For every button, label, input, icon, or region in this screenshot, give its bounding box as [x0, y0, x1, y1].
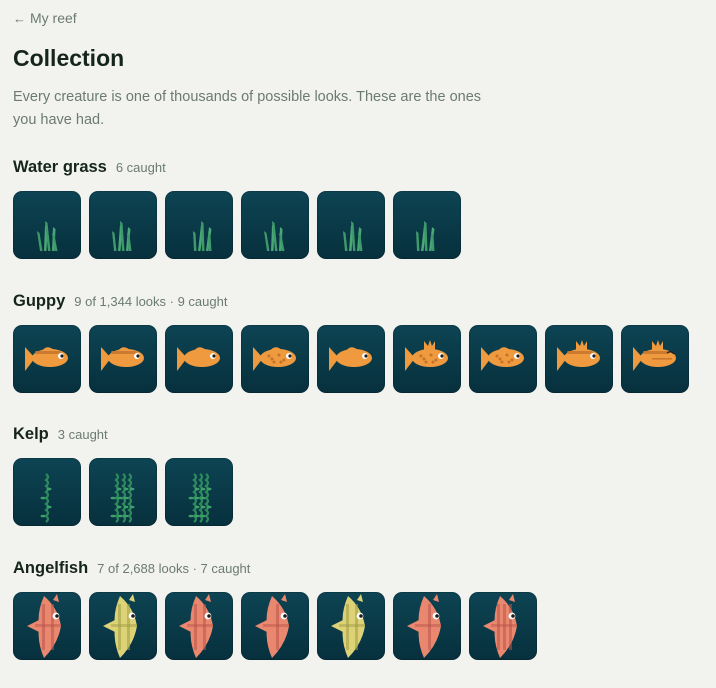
- guppy-look-tile[interactable]: [393, 325, 461, 393]
- kelp-look-tile[interactable]: [165, 458, 233, 526]
- grass-look-tile[interactable]: [89, 191, 157, 259]
- section-title: Water grass: [13, 158, 107, 176]
- grass-look-tile[interactable]: [241, 191, 309, 259]
- grass-look-tile[interactable]: [165, 191, 233, 259]
- guppy-icon: [633, 340, 676, 371]
- back-link-label: My reef: [30, 10, 77, 26]
- guppy-look-tile[interactable]: [545, 325, 613, 393]
- back-link[interactable]: ← My reef: [13, 10, 77, 26]
- creature-grid: [13, 325, 689, 393]
- section-count: 3 caught: [57, 427, 108, 442]
- guppy-look-tile[interactable]: [89, 325, 157, 393]
- angel-look-tile[interactable]: [393, 592, 461, 660]
- arrow-left-icon: ←: [13, 10, 26, 26]
- grass-icon: [264, 221, 285, 251]
- guppy-icon: [25, 347, 68, 371]
- guppy-icon: [177, 347, 220, 371]
- angel-look-tile[interactable]: [317, 592, 385, 660]
- angel-look-tile[interactable]: [89, 592, 157, 660]
- creature-grid: [13, 191, 461, 259]
- grass-icon: [193, 221, 212, 251]
- page-description: Every creature is one of thousands of po…: [13, 89, 482, 128]
- angel-icon: [483, 594, 517, 658]
- guppy-icon: [329, 347, 372, 371]
- section-count: 7 of 2,688 looks · 7 caught: [97, 561, 251, 576]
- section-count: 9 of 1,344 looks · 9 caught: [74, 294, 228, 309]
- guppy-icon: [101, 347, 144, 371]
- guppy-icon: [253, 347, 296, 371]
- kelp-icon: [40, 473, 52, 523]
- creature-grid: [13, 592, 537, 660]
- section-count: 6 caught: [115, 160, 166, 175]
- guppy-look-tile[interactable]: [317, 325, 385, 393]
- section-title: Guppy: [13, 292, 66, 310]
- guppy-look-tile[interactable]: [13, 325, 81, 393]
- guppy-look-tile[interactable]: [621, 325, 689, 393]
- grass-look-tile[interactable]: [13, 191, 81, 259]
- angel-look-tile[interactable]: [13, 592, 81, 660]
- guppy-icon: [481, 347, 524, 371]
- section-kelp: Kelp 3 caught: [13, 425, 233, 526]
- angel-look-tile[interactable]: [469, 592, 537, 660]
- angel-icon: [407, 594, 441, 658]
- section-angelfish: Angelfish 7 of 2,688 looks · 7 caught: [13, 559, 537, 660]
- kelp-icon: [188, 473, 212, 523]
- guppy-icon: [405, 340, 448, 371]
- kelp-look-tile[interactable]: [89, 458, 157, 526]
- section-water-grass: Water grass 6 caught: [13, 158, 461, 259]
- kelp-icon: [110, 473, 135, 523]
- section-title: Angelfish: [13, 559, 89, 577]
- grass-icon: [416, 221, 435, 251]
- kelp-look-tile[interactable]: [13, 458, 81, 526]
- angel-icon: [179, 594, 213, 658]
- grass-look-tile[interactable]: [393, 191, 461, 259]
- guppy-look-tile[interactable]: [469, 325, 537, 393]
- grass-look-tile[interactable]: [317, 191, 385, 259]
- guppy-look-tile[interactable]: [241, 325, 309, 393]
- angel-icon: [331, 594, 365, 658]
- section-title: Kelp: [13, 425, 49, 443]
- page-title: Collection: [13, 45, 125, 71]
- creature-grid: [13, 458, 233, 526]
- angel-icon: [27, 594, 61, 658]
- guppy-look-tile[interactable]: [165, 325, 233, 393]
- guppy-icon: [557, 340, 600, 371]
- grass-icon: [37, 221, 58, 251]
- angel-look-tile[interactable]: [165, 592, 233, 660]
- angel-look-tile[interactable]: [241, 592, 309, 660]
- angel-icon: [255, 594, 289, 658]
- grass-icon: [112, 221, 132, 251]
- angel-icon: [103, 594, 137, 658]
- grass-icon: [343, 221, 363, 251]
- section-guppy: Guppy 9 of 1,344 looks · 9 caught: [13, 292, 689, 393]
